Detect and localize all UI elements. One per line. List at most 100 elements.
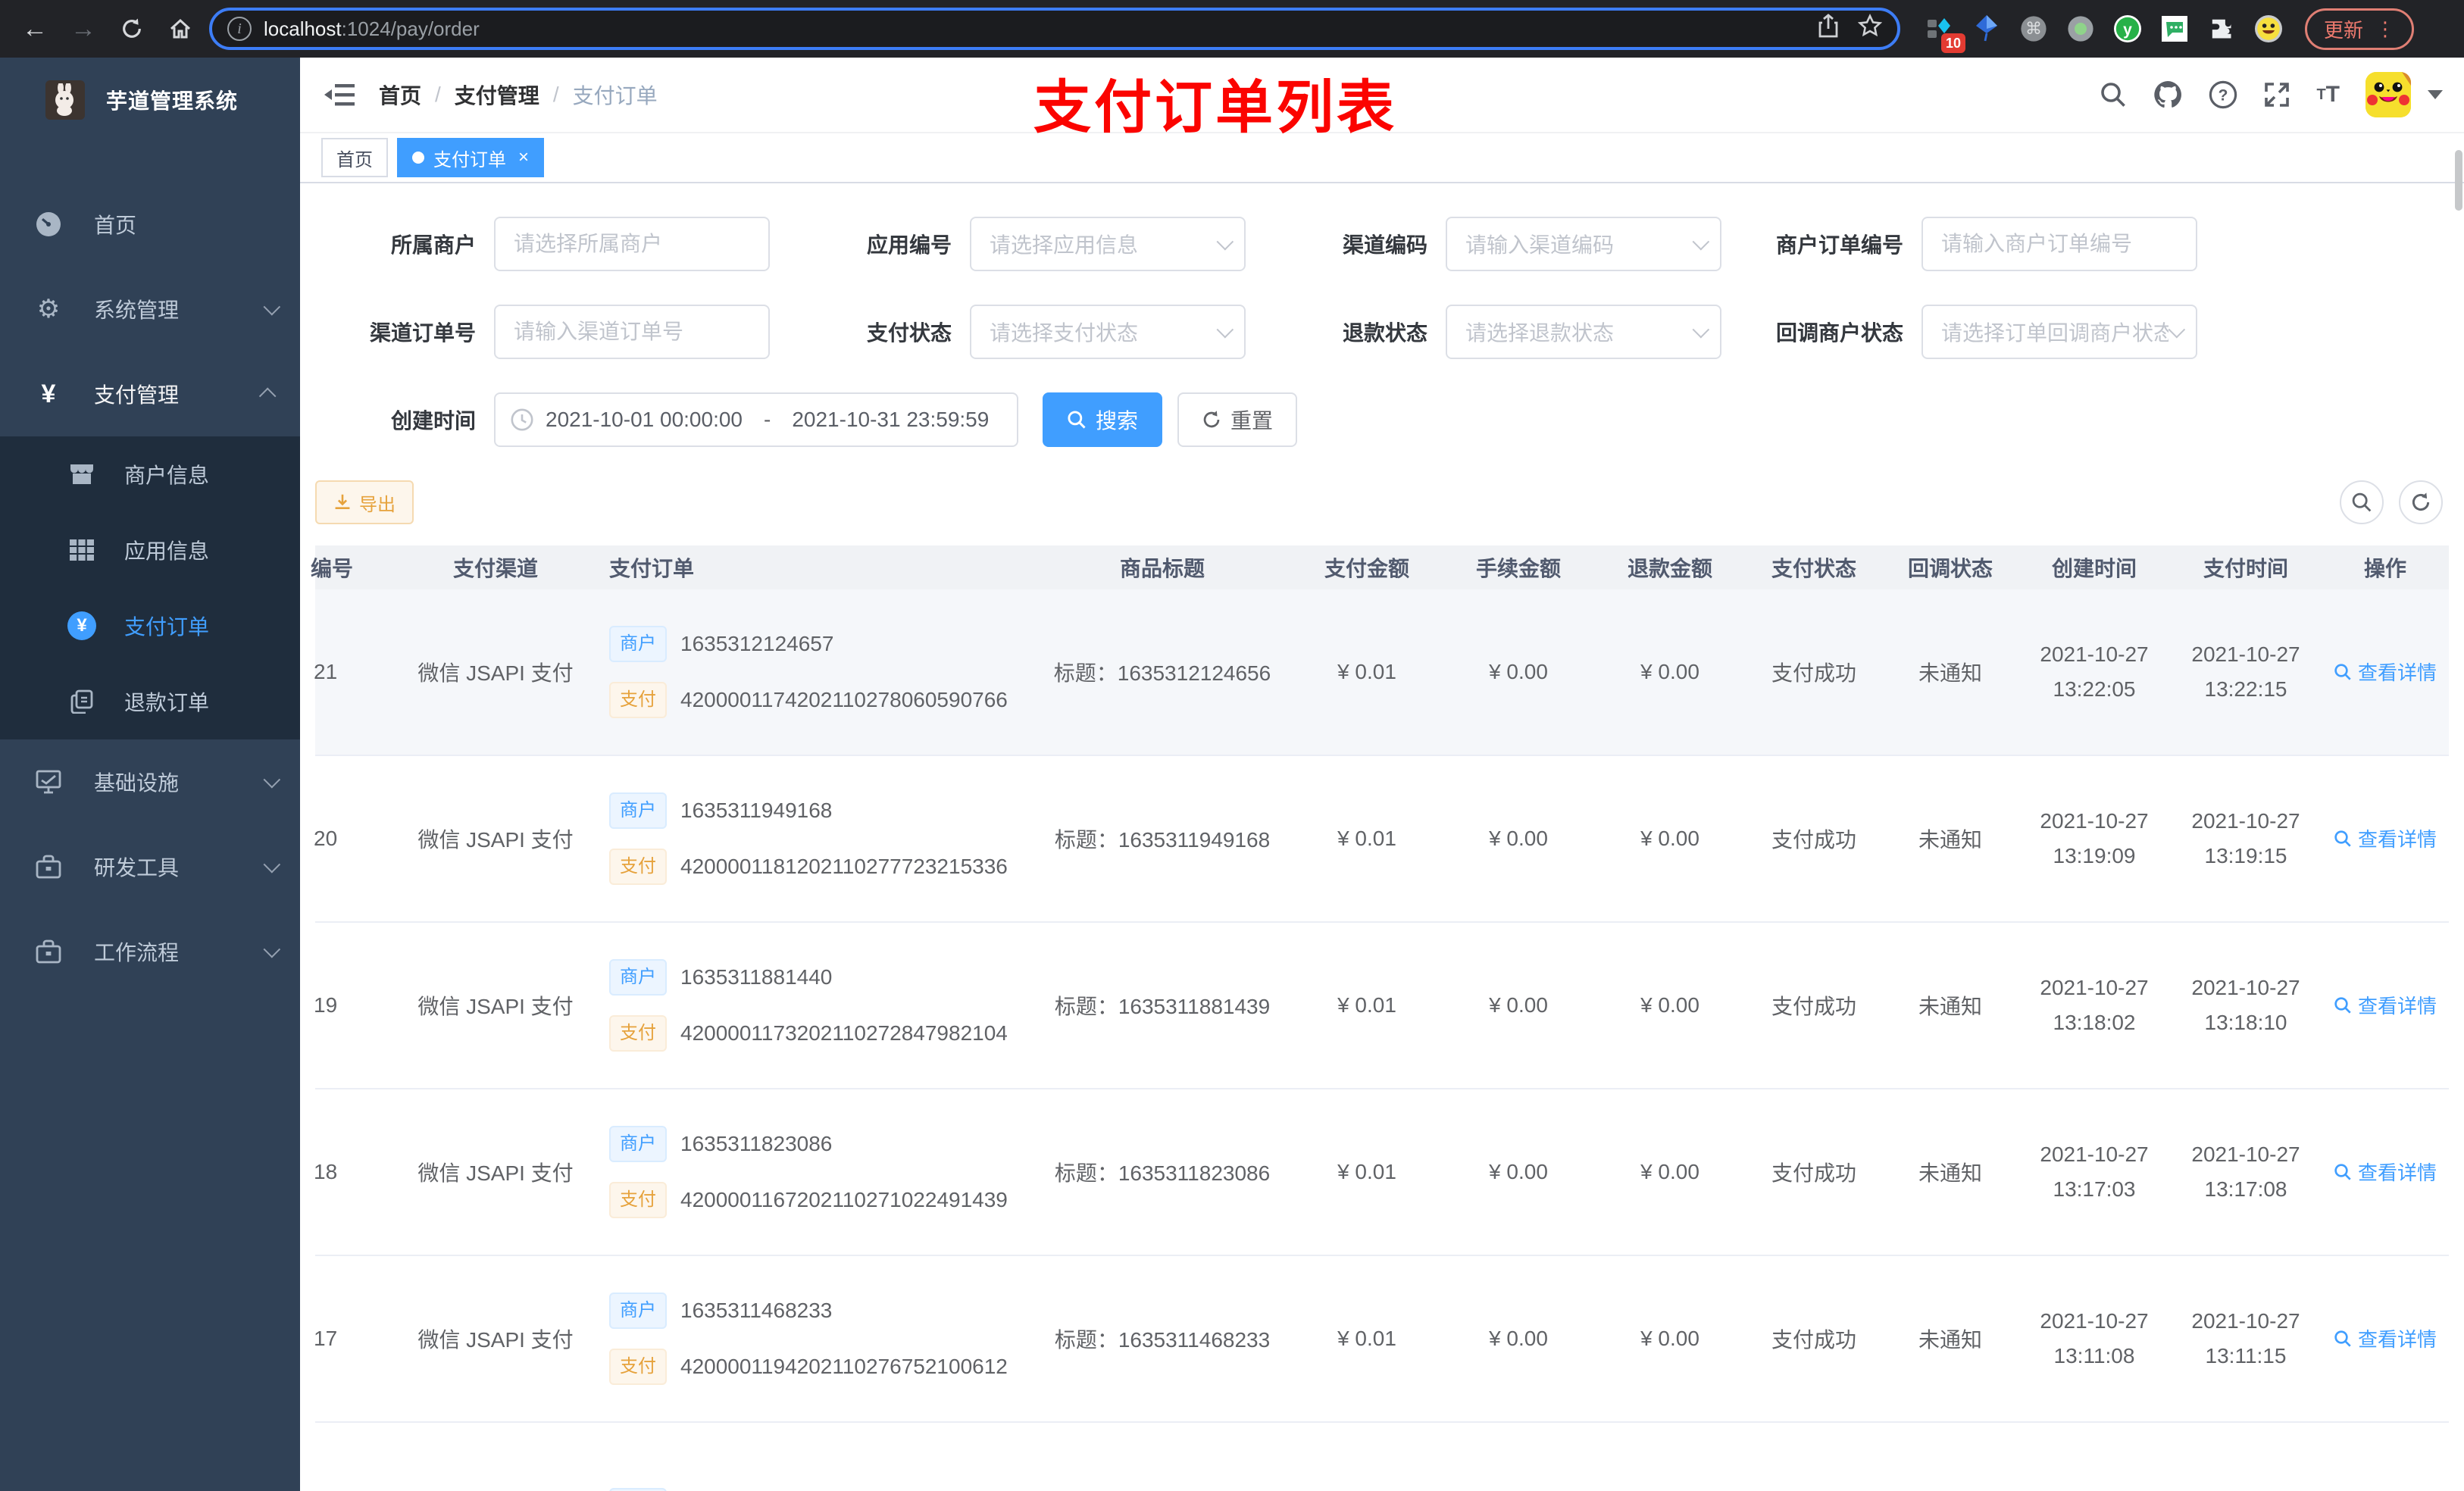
share-icon[interactable]: [1817, 14, 1840, 44]
github-icon[interactable]: [2153, 80, 2183, 110]
pay-status-select[interactable]: 请选择支付状态: [970, 305, 1246, 359]
notify-status: 未通知: [1918, 828, 1982, 852]
merchant-input[interactable]: [494, 217, 770, 271]
extensions-row: 10 ⌘ y: [1925, 14, 2284, 53]
table-row[interactable]: 21 微信 JSAPI 支付 商户 1635312124657 支付 42000…: [314, 589, 2449, 756]
create-time: 2021-10-27 13:18:02: [2018, 976, 2170, 1035]
export-button[interactable]: 导出: [315, 480, 414, 524]
channel-order-no-input[interactable]: [494, 305, 770, 359]
filter-field-notify-status: 回调商户状态 请选择订单回调商户状态: [1743, 305, 2219, 359]
browser-home-icon[interactable]: [161, 9, 200, 48]
fee-amount: ¥ 0.00: [1489, 827, 1548, 850]
sidebar-menu: 首页 ⚙ 系统管理 ¥ 支付管理 商户信息 应用信息 ¥ 支付订单 退款订单 基…: [0, 182, 300, 994]
fee-amount: ¥ 0.00: [1489, 1160, 1548, 1183]
actions-cell: 查看详情: [2322, 824, 2449, 853]
sidebar-item-pay[interactable]: ¥ 支付管理: [0, 352, 300, 436]
sidebar-item-app-info[interactable]: 应用信息: [0, 512, 300, 588]
extension-kite-icon[interactable]: [1972, 14, 2002, 44]
pay-status: 支付成功: [1771, 1161, 1856, 1185]
url-bar[interactable]: i localhost:1024/pay/order: [209, 8, 1900, 50]
table-row-partial[interactable]: 商户 1635311254796: [315, 1423, 2449, 1491]
refund-amount: ¥ 0.00: [1640, 660, 1699, 683]
product-title: 标题：1635311823086: [1054, 1161, 1271, 1185]
sidebar-item-merchant-info[interactable]: 商户信息: [0, 436, 300, 512]
order-id: 18: [314, 1160, 338, 1183]
search-icon: [2334, 830, 2351, 847]
refund-status-select[interactable]: 请选择退款状态: [1446, 305, 1721, 359]
sidebar-item-workflow[interactable]: 工作流程: [0, 909, 300, 994]
merchant-order-no-input[interactable]: [1921, 217, 2197, 271]
tab-pay-order[interactable]: 支付订单 ×: [397, 138, 545, 177]
monitor-check-icon: [33, 770, 64, 794]
view-detail-link[interactable]: 查看详情: [2334, 1158, 2437, 1186]
tab-close-icon[interactable]: ×: [518, 147, 529, 168]
browser-update-button[interactable]: 更新 ⋮: [2305, 8, 2415, 50]
extension-chat-icon[interactable]: [2159, 14, 2190, 44]
sidebar-item-system[interactable]: ⚙ 系统管理: [0, 267, 300, 352]
search-button[interactable]: 搜索: [1043, 392, 1163, 447]
sidebar-item-devtools[interactable]: 研发工具: [0, 824, 300, 909]
notify-status-select[interactable]: 请选择订单回调商户状态: [1921, 305, 2197, 359]
view-detail-link[interactable]: 查看详情: [2334, 824, 2437, 852]
svg-text:?: ?: [2219, 86, 2228, 104]
sidebar-item-refund-order[interactable]: 退款订单: [0, 664, 300, 739]
refund-amount: ¥ 0.00: [1640, 1160, 1699, 1183]
extension-command-icon[interactable]: ⌘: [2018, 14, 2049, 44]
extension-badge: 10: [1940, 33, 1965, 53]
breadcrumb-home[interactable]: 首页: [379, 80, 421, 110]
extensions-puzzle-icon[interactable]: [2206, 14, 2237, 44]
app-select[interactable]: 请选择应用信息: [970, 217, 1246, 271]
pay-time: 2021-10-27 13:17:08: [2170, 1142, 2322, 1202]
extension-y-icon[interactable]: y: [2112, 14, 2143, 44]
create-time: 2021-10-27 13:19:09: [2018, 809, 2170, 868]
reset-button[interactable]: 重置: [1177, 392, 1298, 447]
table-row[interactable]: 19 微信 JSAPI 支付 商户 1635311881440 支付 42000…: [314, 923, 2449, 1089]
browser-menu-icon[interactable]: ⋮: [2375, 17, 2395, 41]
extension-record-icon[interactable]: [2065, 14, 2096, 44]
filter-field-channel-order-no: 渠道订单号: [315, 305, 791, 359]
view-detail-link[interactable]: 查看详情: [2334, 1324, 2437, 1352]
refresh-button[interactable]: [2399, 480, 2443, 524]
date-start: 2021-10-01 00:00:00: [546, 408, 743, 431]
table-row[interactable]: 18 微信 JSAPI 支付 商户 1635311823086 支付 42000…: [314, 1089, 2449, 1256]
table-row[interactable]: 20 微信 JSAPI 支付 商户 1635311949168 支付 42000…: [314, 756, 2449, 923]
date-range-picker[interactable]: 2021-10-01 00:00:00 - 2021-10-31 23:59:5…: [494, 392, 1018, 447]
order-id: 20: [314, 827, 338, 850]
product-title: 标题：1635311881439: [1054, 995, 1271, 1018]
search-icon[interactable]: [2100, 81, 2127, 108]
app-logo-row[interactable]: 芋道管理系统: [0, 58, 300, 142]
fullscreen-icon[interactable]: [2263, 81, 2290, 108]
tab-home[interactable]: 首页: [321, 138, 388, 177]
font-size-icon[interactable]: TT: [2316, 82, 2340, 108]
pay-channel: 微信 JSAPI 支付: [417, 1328, 574, 1352]
breadcrumb-pay[interactable]: 支付管理: [455, 80, 539, 110]
view-detail-link[interactable]: 查看详情: [2334, 991, 2437, 1019]
filter-field-pay-status: 支付状态 请选择支付状态: [791, 305, 1267, 359]
help-icon[interactable]: ?: [2209, 80, 2237, 109]
channel-code-select[interactable]: 请输入渠道编码: [1446, 217, 1721, 271]
avatar[interactable]: [2366, 72, 2411, 117]
chevron-down-icon: [263, 855, 281, 874]
pay-status: 支付成功: [1771, 828, 1856, 852]
table-row[interactable]: 17 微信 JSAPI 支付 商户 1635311468233 支付 42000…: [314, 1256, 2449, 1423]
sidebar-item-infra[interactable]: 基础设施: [0, 739, 300, 824]
pay-tag: 支付: [609, 682, 667, 718]
extension-emoji-icon[interactable]: [2253, 14, 2284, 44]
sidebar-item-pay-order[interactable]: ¥ 支付订单: [0, 588, 300, 664]
extension-devtools-icon[interactable]: 10: [1925, 14, 1965, 53]
avatar-dropdown-caret[interactable]: [2428, 90, 2443, 99]
yen-circle-icon: ¥: [67, 611, 97, 640]
orders-table: 编号 支付渠道 支付订单 商品标题 支付金额 手续金额 退款金额 支付状态 回调…: [311, 545, 2449, 1491]
site-info-icon[interactable]: i: [227, 17, 252, 41]
hide-search-button[interactable]: [2340, 480, 2384, 524]
view-detail-link[interactable]: 查看详情: [2334, 658, 2437, 686]
page-scrollbar[interactable]: [2455, 150, 2462, 211]
create-clock: 13:19:09: [2053, 844, 2136, 867]
browser-reload-icon[interactable]: [112, 9, 152, 48]
bookmark-star-icon[interactable]: [1857, 13, 1883, 44]
sidebar-toggle-icon[interactable]: [324, 81, 355, 108]
merchant-order-no: 1635311881440: [680, 965, 833, 989]
sidebar-item-home[interactable]: 首页: [0, 182, 300, 267]
browser-forward-icon[interactable]: →: [64, 9, 103, 48]
browser-back-icon[interactable]: ←: [15, 9, 55, 48]
